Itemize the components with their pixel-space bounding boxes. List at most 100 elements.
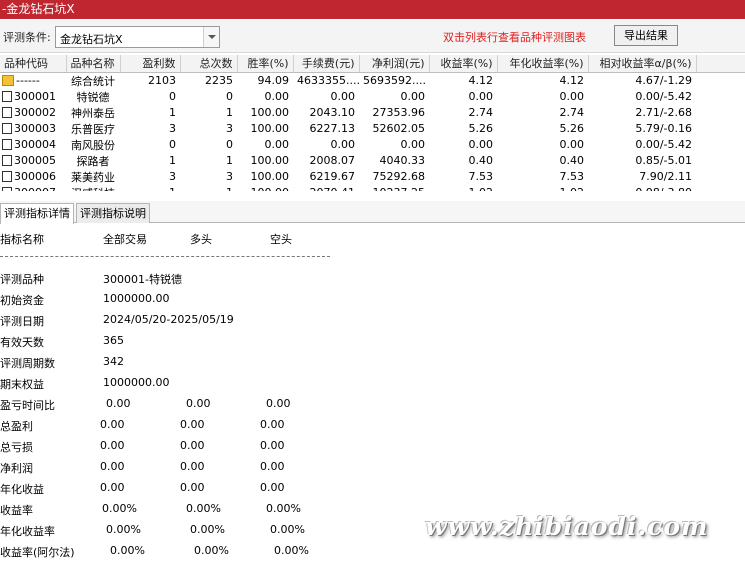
table-cell: 300003: [0, 121, 66, 137]
detail-value: 0.00%: [186, 502, 221, 515]
detail-value: 342: [103, 355, 124, 368]
table-cell: 100.00: [250, 106, 290, 119]
table-cell: 探路者: [76, 154, 110, 168]
table-row[interactable]: 300004 南风股份 0 0 0.00 0.00 0.00 0.00 0.00 0.00/-5.…: [0, 137, 745, 153]
table-row[interactable]: 300006 莱美药业 3 3 100.00 6219.67 75292.68 7.53 7.5…: [0, 169, 745, 185]
table-cell: 2.74: [559, 106, 585, 119]
detail-label: 盈亏时间比: [0, 399, 55, 412]
detail-label: 评测品种: [0, 273, 44, 286]
table-cell: ------: [0, 72, 66, 89]
table-row[interactable]: 300005 探路者 1 1 100.00 2008.07 4040.33 0.40 0.40 0…: [0, 153, 745, 169]
detail-value: 0.00: [266, 397, 291, 410]
table-cell: 0.00: [468, 138, 494, 151]
table-cell: 2043.10: [309, 106, 356, 119]
table-cell: 300007: [0, 185, 66, 191]
table-cell: 6227.13: [309, 122, 356, 135]
detail-label: 年化收益: [0, 483, 44, 496]
table-cell: 300006: [0, 169, 66, 185]
table-cell: 300005: [0, 153, 66, 169]
detail-header-long: 多头: [190, 233, 212, 246]
table-row[interactable]: 300003 乐普医疗 3 3 100.00 6227.13 52602.05 5.26 5.2…: [0, 121, 745, 137]
table-cell: 0.00: [559, 90, 585, 103]
table-cell: 1: [180, 185, 237, 191]
detail-value: 0.00: [100, 481, 125, 494]
summary-icon: [2, 75, 14, 86]
detail-value: 0.00%: [266, 502, 301, 515]
table-cell: 94.09: [257, 74, 290, 87]
table-cell: 特锐德: [76, 90, 110, 104]
table-cell: [696, 89, 745, 105]
column-header[interactable]: 净利润(元): [359, 55, 430, 73]
table-cell: [696, 185, 745, 192]
table-row[interactable]: 300007汉威科技11100.002070.4110237.251.021.0…: [0, 185, 745, 192]
table-cell: 莱美药业: [71, 170, 115, 184]
table-cell: 3: [169, 170, 176, 183]
table-header: 品种代码 品种名称 盈利数 总次数 胜率(%) 手续费(元) 净利润(元) 收益率(%) 年化收…: [0, 55, 745, 73]
table-cell: 0: [169, 138, 176, 151]
tab-indicator-description[interactable]: 评测指标说明: [76, 203, 150, 223]
stock-code: 300003: [14, 122, 56, 135]
table-cell: 0.40: [559, 154, 585, 167]
column-header[interactable]: 收益率(%): [429, 55, 498, 73]
table-cell: 1.02: [497, 185, 588, 191]
detail-value: 0.00%: [274, 544, 309, 557]
result-grid: 品种代码 品种名称 盈利数 总次数 胜率(%) 手续费(元) 净利润(元) 收益率(%) 年化收…: [0, 55, 745, 191]
detail-label: 评测周期数: [0, 357, 55, 370]
table-cell: 综合统计: [71, 74, 115, 88]
detail-value: 0.00: [180, 439, 205, 452]
detail-value: 0.00%: [110, 544, 145, 557]
table-cell: 3: [169, 122, 176, 135]
detail-header-short: 空头: [270, 233, 292, 246]
tab-indicator-details[interactable]: 评测指标详情: [0, 203, 74, 224]
table-cell: 汉威科技: [66, 185, 120, 192]
table-cell: 6219.67: [309, 170, 356, 183]
detail-value: 0.00%: [106, 523, 141, 536]
chevron-down-icon[interactable]: [203, 27, 219, 47]
window-title: -金龙钻石坑X: [0, 0, 745, 19]
document-icon: [2, 171, 12, 182]
detail-label: 评测日期: [0, 315, 44, 328]
table-row[interactable]: 300002 神州泰岳 1 1 100.00 2043.10 27353.96 2.74 2.7…: [0, 105, 745, 121]
table-cell: 52602.05: [372, 122, 426, 135]
detail-value: 1000000.00: [103, 376, 170, 389]
column-header[interactable]: 最大回撤: [696, 55, 745, 73]
column-header[interactable]: 品种代码: [0, 55, 67, 73]
condition-select[interactable]: 金龙钻石坑X: [55, 26, 220, 48]
export-button[interactable]: 导出结果: [614, 25, 678, 46]
column-header[interactable]: 手续费(元): [293, 55, 360, 73]
table-cell: 1: [169, 154, 176, 167]
table-cell: 7.53: [468, 170, 494, 183]
table-cell: 7.53: [559, 170, 585, 183]
stock-code: 300006: [14, 170, 56, 183]
table-cell: 2008.07: [309, 154, 356, 167]
column-header[interactable]: 胜率(%): [237, 55, 294, 73]
detail-header-all: 全部交易: [103, 233, 147, 246]
stock-code: 300005: [14, 154, 56, 167]
column-header[interactable]: 品种名称: [66, 55, 121, 73]
table-cell: 100.00: [250, 170, 290, 183]
table-cell: 0.00: [468, 90, 494, 103]
detail-value: 0.00%: [102, 502, 137, 515]
detail-value: 0.00: [260, 481, 285, 494]
table-row[interactable]: ------ 综合统计 2103 2235 94.09 4633355.... 569359…: [0, 72, 745, 89]
column-header[interactable]: 年化收益率(%): [497, 55, 589, 73]
table-cell: 1.02: [429, 185, 497, 191]
detail-value: 0.00%: [270, 523, 305, 536]
table-cell: [696, 121, 745, 137]
table-body: ------ 综合统计 2103 2235 94.09 4633355.... 569359…: [0, 72, 745, 191]
table-cell: 1: [169, 106, 176, 119]
detail-value: 0.00%: [194, 544, 229, 557]
table-cell: 0.40: [468, 154, 494, 167]
table-cell: 4.12: [468, 74, 494, 87]
table-cell: 2.74: [468, 106, 494, 119]
detail-label: 收益率(阿尔法): [0, 546, 75, 559]
table-cell: 0.85/-5.01: [635, 154, 692, 167]
detail-label: 净利润: [0, 462, 33, 475]
table-row[interactable]: 300001 特锐德 0 0 0.00 0.00 0.00 0.00 0.00 0.00/-5.4…: [0, 89, 745, 105]
table-cell: 0.00: [400, 138, 426, 151]
detail-value: 2024/05/20-2025/05/19: [103, 313, 234, 326]
column-header[interactable]: 总次数: [180, 55, 238, 73]
hint-text: 双击列表行查看品种评测图表: [443, 31, 586, 44]
column-header[interactable]: 盈利数: [120, 55, 181, 73]
column-header[interactable]: 相对收益率α/β(%): [588, 55, 697, 73]
